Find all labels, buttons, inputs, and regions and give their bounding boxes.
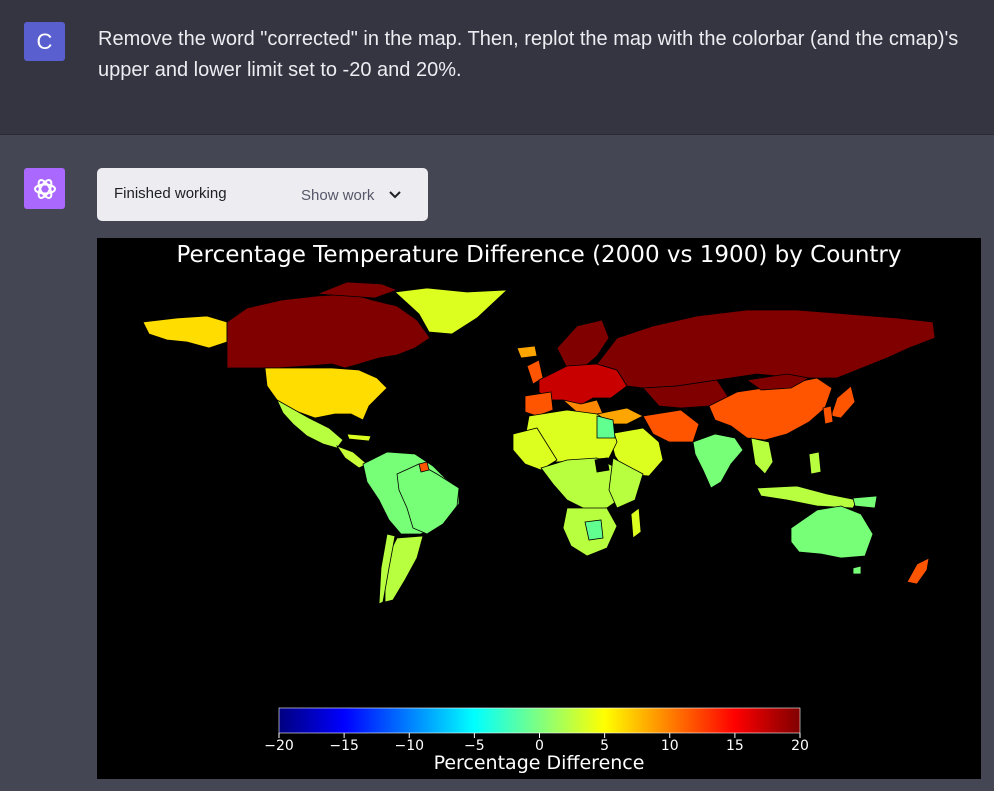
country-suriname-dot (418, 461, 430, 473)
assistant-message-row: Finished working Show work Percentage Te… (0, 135, 994, 791)
chevron-down-icon (389, 191, 402, 199)
colorbar-tick-label: −20 (264, 738, 294, 754)
colorbar-tick-label: −15 (329, 738, 359, 754)
colorbar-tick-label: 20 (791, 738, 809, 754)
user-avatar: C (24, 22, 65, 61)
colorbar-tick-label: 10 (661, 738, 679, 754)
colorbar-tick-label: 15 (726, 738, 744, 754)
user-avatar-initial: C (36, 28, 53, 54)
country-png (852, 495, 878, 509)
country-south-sudan (594, 457, 610, 473)
colorbar-tick-label: −10 (394, 738, 424, 754)
country-madagascar (630, 507, 642, 539)
country-philippines (808, 451, 822, 475)
country-korea (822, 405, 834, 425)
colorbar-label: Percentage Difference (434, 752, 645, 774)
colorbar (278, 707, 801, 734)
work-status-panel: Finished working Show work (97, 168, 428, 221)
choropleth-map-figure: Percentage Temperature Difference (2000 … (97, 238, 981, 779)
show-work-label: Show work (301, 186, 375, 204)
country-iceland (516, 345, 538, 359)
openai-logo-icon (24, 168, 65, 209)
user-message-row: C Remove the word "corrected" in the map… (0, 0, 994, 135)
work-status-label: Finished working (114, 185, 227, 202)
chart-title: Percentage Temperature Difference (2000 … (176, 242, 901, 268)
show-work-button[interactable]: Show work (301, 182, 402, 208)
user-message-text: Remove the word "corrected" in the map. … (98, 28, 959, 81)
